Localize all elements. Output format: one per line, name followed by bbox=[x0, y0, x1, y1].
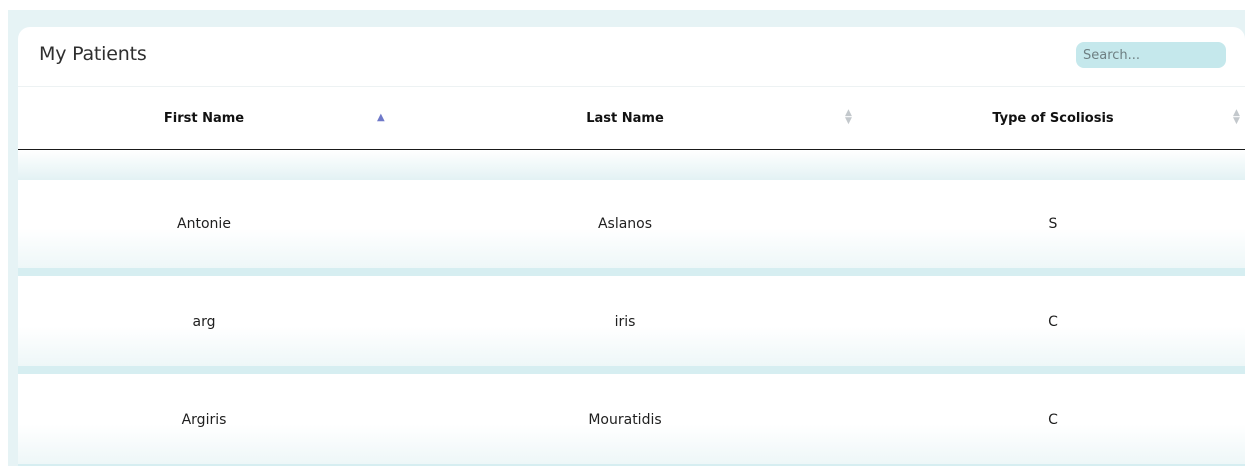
cell-first-name: arg bbox=[192, 314, 216, 330]
cell-last-name: Mouratidis bbox=[588, 412, 662, 428]
sort-ascending-icon[interactable]: ▲ bbox=[377, 113, 385, 123]
cell-first-name: Antonie bbox=[177, 216, 231, 232]
column-label: First Name bbox=[163, 110, 245, 126]
cell-type: C bbox=[1048, 412, 1058, 428]
column-label: Last Name bbox=[586, 110, 664, 126]
column-header-first-name[interactable]: First Name bbox=[18, 87, 390, 149]
table-row[interactable]: Argiris Mouratidis C bbox=[18, 376, 1245, 466]
sort-icon[interactable]: ▲ ▼ bbox=[1233, 109, 1240, 126]
cell-last-name: Aslanos bbox=[597, 216, 653, 232]
table-row[interactable]: Antonie Aslanos S bbox=[18, 180, 1245, 276]
patients-card: My Patients First Name ▲ Last Name ▲▼ Ty… bbox=[18, 27, 1245, 466]
cell-last-name: iris bbox=[614, 314, 636, 330]
column-header-type-of-scoliosis[interactable]: Type of Scoliosis bbox=[838, 87, 1245, 149]
page-title: My Patients bbox=[39, 43, 147, 65]
cell-first-name: Argiris bbox=[181, 412, 227, 428]
table-spacer bbox=[18, 150, 1245, 180]
search-input[interactable] bbox=[1076, 42, 1226, 68]
page-background: My Patients First Name ▲ Last Name ▲▼ Ty… bbox=[8, 10, 1245, 466]
table-header: First Name ▲ Last Name ▲ ▼ Type of Scolio… bbox=[18, 87, 1245, 150]
cell-type: C bbox=[1048, 314, 1058, 330]
column-label: Type of Scoliosis bbox=[992, 110, 1114, 126]
card-header: My Patients bbox=[18, 27, 1245, 87]
column-header-last-name[interactable]: Last Name bbox=[418, 87, 832, 149]
cell-type: S bbox=[1048, 216, 1058, 232]
table-row[interactable]: arg iris C bbox=[18, 278, 1245, 374]
